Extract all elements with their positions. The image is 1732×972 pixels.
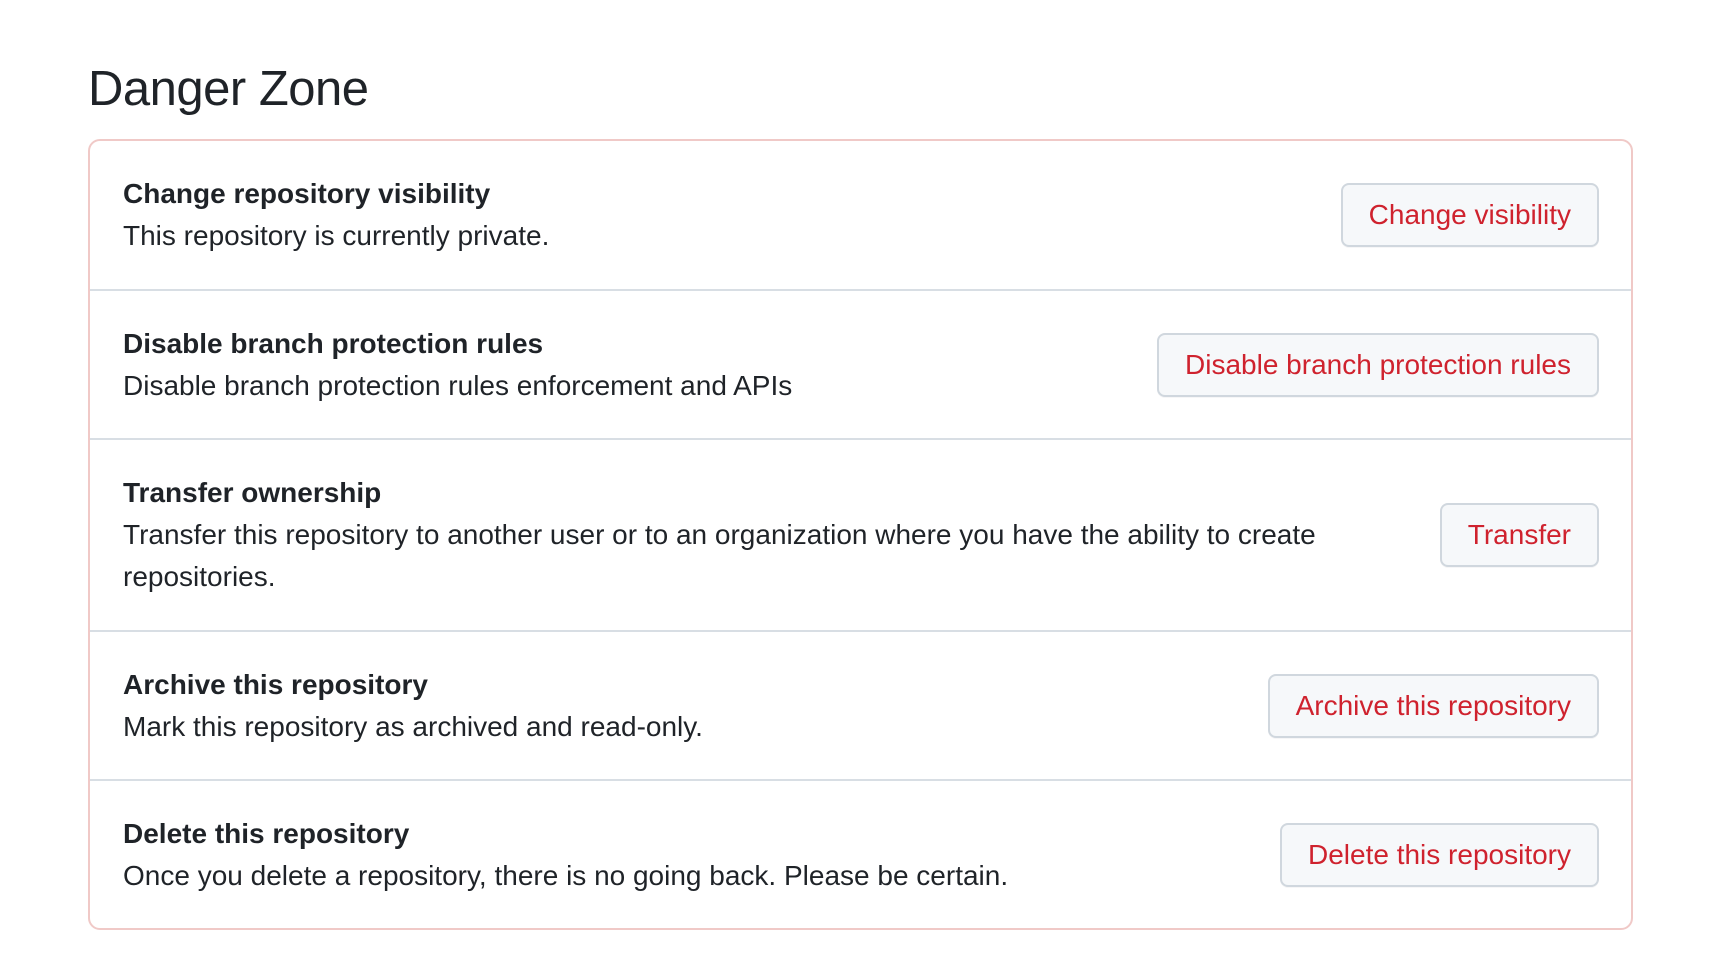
delete-repository-item: Delete this repository Once you delete a… [90, 779, 1631, 928]
disable-branch-protection-button[interactable]: Disable branch protection rules [1157, 332, 1599, 397]
change-visibility-title: Change repository visibility [123, 178, 491, 209]
archive-repository-item: Archive this repository Mark this reposi… [90, 630, 1631, 779]
archive-repository-text: Archive this repository Mark this reposi… [123, 664, 1268, 748]
change-visibility-button[interactable]: Change visibility [1340, 183, 1599, 247]
archive-repository-button[interactable]: Archive this repository [1267, 673, 1599, 738]
danger-zone-box: Change repository visibility This reposi… [88, 139, 1633, 930]
delete-repository-title: Delete this repository [123, 817, 410, 849]
change-visibility-item: Change repository visibility This reposi… [90, 141, 1631, 289]
archive-repository-description: Mark this repository as archived and rea… [123, 710, 703, 742]
disable-branch-protection-description: Disable branch protection rules enforcem… [123, 369, 793, 401]
disable-branch-protection-item: Disable branch protection rules Disable … [90, 289, 1631, 438]
change-visibility-description: This repository is currently private. [123, 220, 550, 251]
delete-repository-description: Once you delete a repository, there is n… [123, 859, 1009, 891]
archive-repository-title: Archive this repository [123, 668, 428, 700]
settings-page: Danger Zone Change repository visibility… [0, 0, 1732, 972]
transfer-ownership-title: Transfer ownership [123, 477, 382, 508]
delete-repository-text: Delete this repository Once you delete a… [123, 813, 1280, 897]
disable-branch-protection-text: Disable branch protection rules Disable … [123, 323, 1157, 407]
transfer-button[interactable]: Transfer [1439, 503, 1599, 567]
disable-branch-protection-title: Disable branch protection rules [123, 327, 544, 359]
transfer-ownership-description: Transfer this repository to another user… [123, 519, 1316, 592]
transfer-ownership-item: Transfer ownership Transfer this reposit… [90, 438, 1631, 630]
change-visibility-text: Change repository visibility This reposi… [123, 173, 1341, 257]
danger-zone-title: Danger Zone [88, 62, 369, 116]
transfer-ownership-text: Transfer ownership Transfer this reposit… [123, 472, 1440, 598]
delete-repository-button[interactable]: Delete this repository [1279, 822, 1599, 887]
